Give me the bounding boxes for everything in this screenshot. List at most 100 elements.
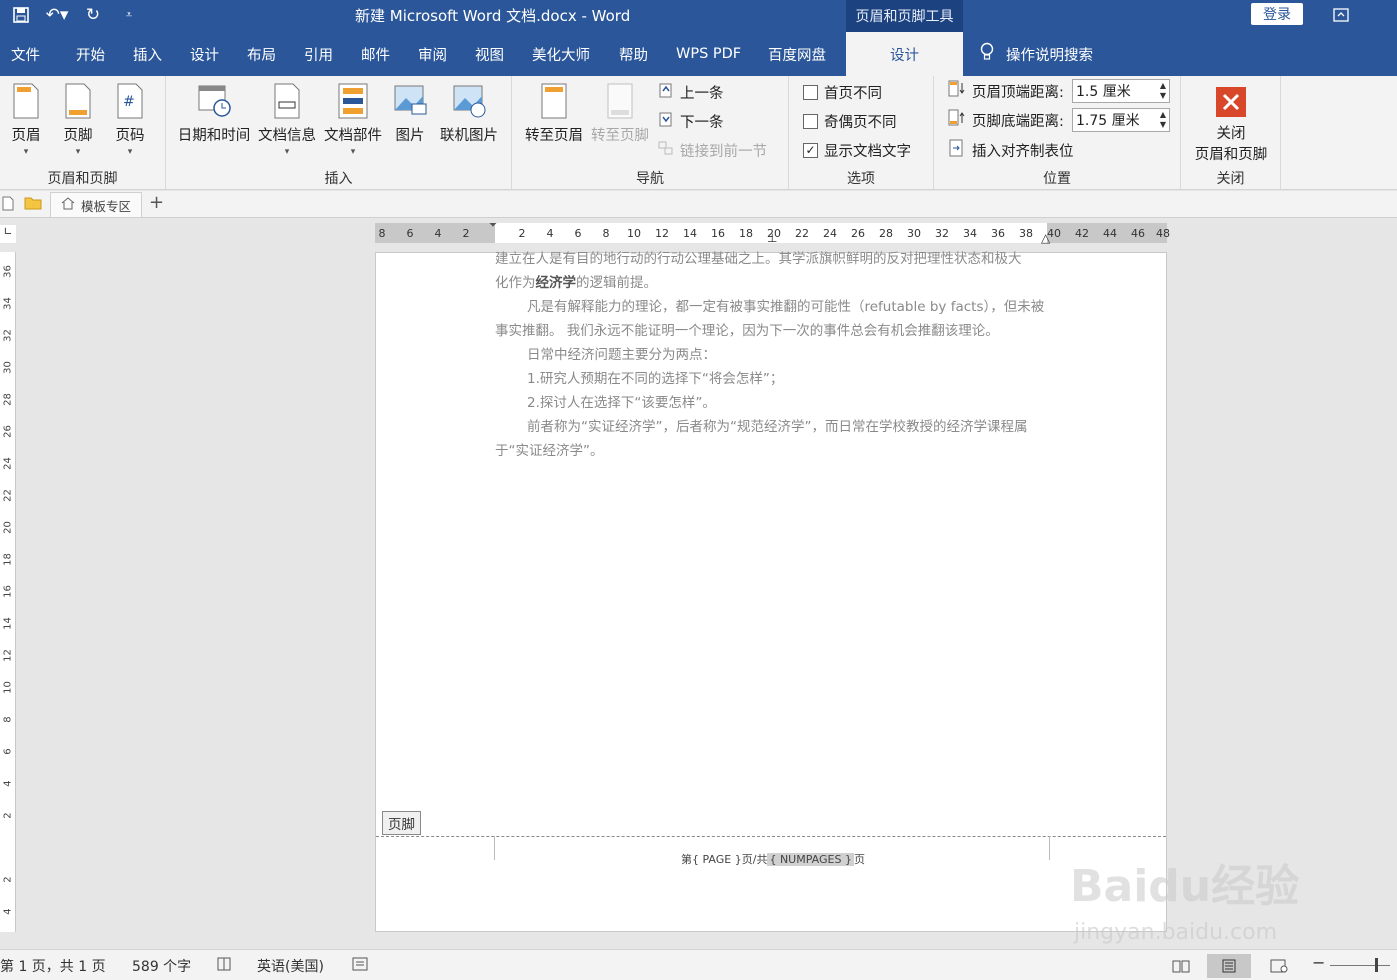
macro-icon[interactable] <box>352 956 368 976</box>
chevron-down-icon: ▾ <box>127 147 133 157</box>
new-document-icon[interactable] <box>2 196 14 215</box>
document-title: 新建 Microsoft Word 文档.docx - Word <box>355 7 631 25</box>
next-button[interactable]: 下一条 <box>658 110 724 132</box>
online-picture-button[interactable]: 联机图片 <box>438 82 500 145</box>
ribbon-display-options-icon[interactable] <box>1326 4 1356 26</box>
undo-icon[interactable]: ↶▾ <box>44 4 70 26</box>
goto-header-button[interactable]: 转至页眉 <box>522 82 586 145</box>
document-info-icon <box>274 83 300 119</box>
header-button[interactable]: 页眉 ▾ <box>8 82 44 157</box>
document-info-button[interactable]: 文档信息 ▾ <box>256 82 318 157</box>
paragraph: 日常中经济问题主要分为两点： <box>527 347 716 363</box>
document-page[interactable]: 建立在人是有目的地行动的行动公理基础之上。其学派旗帜鲜明的反对把理性状态和极大 … <box>375 251 1167 932</box>
ribbon: 页眉 ▾ 页脚 ▾ # 页码 ▾ 页眉和页脚 日期和时间 文档信息 ▾ 文档部件… <box>0 76 1397 190</box>
checkmark-icon: ✓ <box>803 142 818 158</box>
lightbulb-icon <box>980 42 994 66</box>
page-field[interactable]: { PAGE } <box>692 853 742 866</box>
tab-stop-selector[interactable]: ∟ <box>0 225 16 243</box>
redo-icon[interactable]: ↻ <box>80 4 106 26</box>
tab-design[interactable]: 设计 <box>190 32 219 76</box>
vertical-ruler[interactable]: 36 34 32 30 28 26 24 22 20 18 16 14 12 1… <box>0 252 16 932</box>
picture-button[interactable]: 图片 <box>392 82 428 145</box>
footer-content[interactable]: 第{ PAGE }页/共{ NUMPAGES } 页 <box>681 851 865 867</box>
header-top-distance-input[interactable]: 1.5 厘米 ▲ ▼ <box>1072 79 1170 103</box>
print-layout-icon[interactable] <box>1207 954 1251 978</box>
spinner-arrows-icon[interactable]: ▲ ▼ <box>1160 81 1166 101</box>
paragraph: 化作为经济学的逻辑前提。 <box>495 275 657 291</box>
proofing-icon[interactable] <box>217 956 235 976</box>
different-odd-even-checkbox[interactable]: 奇偶页不同 <box>803 110 897 132</box>
paragraph: 建立在人是有目的地行动的行动公理基础之上。其学派旗帜鲜明的反对把理性状态和极大 <box>495 251 1022 267</box>
template-zone-tab[interactable]: 模板专区 <box>50 192 142 217</box>
next-section-icon <box>658 111 674 131</box>
date-time-button[interactable]: 日期和时间 <box>176 82 252 145</box>
document-tab-bar: 模板专区 + <box>0 191 1397 218</box>
footer-bottom-distance-input[interactable]: 1.75 厘米 ▲ ▼ <box>1072 108 1170 132</box>
tell-me-search[interactable]: 操作说明搜索 <box>980 32 1093 76</box>
goto-header-icon <box>541 83 567 119</box>
page-number-button[interactable]: # 页码 ▾ <box>112 82 148 157</box>
login-button[interactable]: 登录 <box>1251 3 1303 25</box>
zoom-out-icon[interactable]: − <box>1312 953 1325 972</box>
left-margin-mark <box>494 836 495 860</box>
header-icon <box>13 83 39 119</box>
different-first-page-checkbox[interactable]: 首页不同 <box>803 81 882 103</box>
group-label-insert: 插入 <box>324 171 353 187</box>
center-tab-stop-icon[interactable]: ⊥ <box>767 231 777 245</box>
tab-review[interactable]: 审阅 <box>418 32 447 76</box>
chevron-down-icon: ▾ <box>23 147 29 157</box>
tab-mailings[interactable]: 邮件 <box>361 32 390 76</box>
checkbox-box <box>803 113 818 129</box>
tab-file[interactable]: 文件 <box>11 32 40 76</box>
tab-references[interactable]: 引用 <box>304 32 333 76</box>
quick-parts-button[interactable]: 文档部件 ▾ <box>322 82 384 157</box>
chevron-down-icon: ▾ <box>284 147 290 157</box>
folder-icon[interactable] <box>24 196 42 214</box>
show-document-text-checkbox[interactable]: ✓ 显示文档文字 <box>803 139 911 161</box>
customize-qat-icon[interactable]: ⩡ <box>116 4 142 26</box>
word-count-status[interactable]: 589 个字 <box>132 956 191 976</box>
tab-view[interactable]: 视图 <box>475 32 504 76</box>
previous-button[interactable]: 上一条 <box>658 81 724 103</box>
insert-alignment-tab-button[interactable]: 插入对齐制表位 <box>948 139 1074 161</box>
right-indent-marker-icon[interactable]: △ <box>1041 231 1050 245</box>
save-icon[interactable] <box>8 4 34 26</box>
page-count-status[interactable]: 第 1 页，共 1 页 <box>0 956 106 976</box>
group-close: 关闭 页眉和页脚 关闭 <box>1181 76 1281 190</box>
title-bar: ↶▾ ↻ ⩡ 新建 Microsoft Word 文档.docx - Word … <box>0 0 1397 32</box>
indent-marker-icon[interactable]: ⏷ <box>489 220 497 231</box>
group-label-options: 选项 <box>847 171 875 187</box>
zoom-slider[interactable] <box>1330 965 1390 966</box>
tab-insert[interactable]: 插入 <box>133 32 162 76</box>
alignment-tab-icon <box>948 139 966 161</box>
footer-position-icon <box>948 109 966 131</box>
paragraph: 1.研究人预期在不同的选择下“将会怎样”； <box>527 371 784 387</box>
tab-wps-pdf[interactable]: WPS PDF <box>676 32 741 76</box>
tab-layout[interactable]: 布局 <box>247 32 276 76</box>
status-bar: 第 1 页，共 1 页 589 个字 英语(美国) − <box>0 949 1397 980</box>
horizontal-ruler[interactable]: 8 6 4 2 2 4 6 8 10 12 14 16 18 20 22 24 … <box>375 220 1170 245</box>
quick-parts-icon <box>338 83 368 119</box>
read-mode-icon[interactable] <box>1159 954 1203 978</box>
tab-help[interactable]: 帮助 <box>619 32 648 76</box>
ribbon-tabs: 文件 开始 插入 设计 布局 引用 邮件 审阅 视图 美化大师 帮助 WPS P… <box>0 32 1397 76</box>
numpages-field[interactable]: { NUMPAGES } <box>767 853 854 866</box>
goto-footer-button[interactable]: 转至页脚 <box>588 82 652 145</box>
document-body[interactable]: 建立在人是有目的地行动的行动公理基础之上。其学派旗帜鲜明的反对把理性状态和极大 … <box>495 247 1045 463</box>
spinner-arrows-icon[interactable]: ▲ ▼ <box>1160 110 1166 130</box>
zoom-slider-handle[interactable] <box>1375 958 1378 972</box>
checkbox-box <box>803 84 818 100</box>
tab-home[interactable]: 开始 <box>76 32 105 76</box>
close-header-footer-button[interactable]: 关闭 页眉和页脚 <box>1191 82 1271 164</box>
footer-button[interactable]: 页脚 ▾ <box>60 82 96 157</box>
language-status[interactable]: 英语(美国) <box>257 956 324 976</box>
link-to-previous-button[interactable]: 链接到前一节 <box>658 139 767 161</box>
tab-header-footer-design[interactable]: 设计 <box>846 32 963 76</box>
tab-baidu-netdisk[interactable]: 百度网盘 <box>768 32 826 76</box>
footer-icon <box>65 83 91 119</box>
tab-beautify[interactable]: 美化大师 <box>532 32 590 76</box>
add-tab-button[interactable]: + <box>149 192 164 213</box>
web-layout-icon[interactable] <box>1257 954 1301 978</box>
group-navigation: 转至页眉 转至页脚 上一条 下一条 链接到前一节 导航 <box>512 76 789 190</box>
paragraph: 前者称为“实证经济学”，后者称为“规范经济学”，而日常在学校教授的经济学课程属于… <box>495 419 1028 459</box>
